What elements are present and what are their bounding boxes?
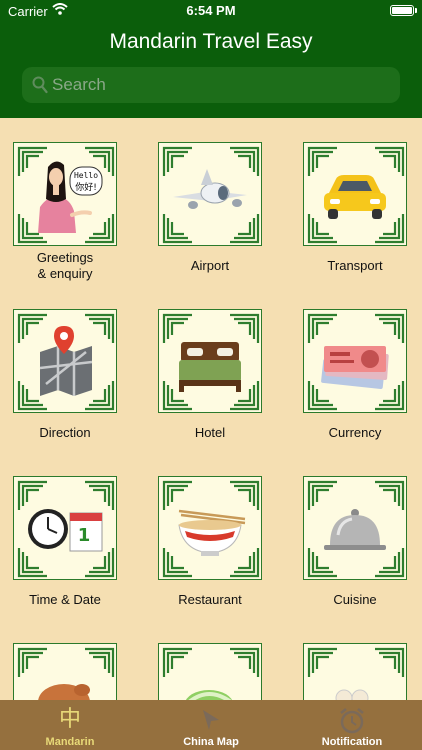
tab-label: Mandarin (45, 736, 95, 748)
taxi-icon (324, 175, 386, 219)
app-title: Mandarin Travel Easy (109, 30, 313, 53)
category-label: Airport (190, 258, 230, 273)
category-chicken[interactable] (13, 643, 117, 700)
category-label: Greetings & enquiry (36, 250, 94, 281)
alarm-clock-icon (340, 708, 364, 734)
category-label: Transport (327, 258, 383, 273)
search-icon (32, 76, 48, 94)
search-bar[interactable] (22, 67, 400, 103)
category-hotel[interactable]: Hotel (158, 309, 262, 441)
tab-label: Notification (321, 736, 383, 748)
roast-chicken-icon (38, 684, 90, 700)
woman-hello-icon: Hello 你好! (38, 161, 103, 233)
category-tile[interactable] (158, 476, 262, 580)
category-greetings[interactable]: Hello 你好! Greetings & enquiry (13, 142, 117, 282)
category-tile[interactable]: Hello 你好! (13, 142, 117, 246)
category-airport[interactable]: Airport (158, 142, 262, 274)
banknotes-icon (321, 346, 389, 389)
dim-sum-icon (335, 689, 369, 700)
category-tile[interactable] (158, 309, 262, 413)
clock-calendar-icon: 1 (28, 509, 103, 552)
zhong-character-icon: 中 (58, 707, 81, 732)
airplane-icon (173, 169, 247, 209)
category-label: Time & Date (29, 592, 101, 607)
category-tile[interactable] (13, 643, 117, 700)
calendar-day: 1 (78, 525, 91, 546)
search-input[interactable] (52, 67, 392, 103)
category-tile[interactable] (303, 476, 407, 580)
cabbage-icon (186, 690, 232, 700)
status-time: 6:54 PM (186, 3, 236, 18)
noodle-bowl-icon (178, 509, 246, 556)
svg-text:Hello: Hello (74, 171, 98, 180)
category-label: Hotel (194, 425, 226, 440)
tab-mandarin[interactable]: 中 Mandarin (0, 700, 140, 750)
bed-icon (179, 342, 241, 392)
category-label: Currency (328, 425, 382, 440)
category-currency[interactable]: Currency (303, 309, 407, 441)
category-transport[interactable]: Transport (303, 142, 407, 274)
category-tile[interactable] (303, 309, 407, 413)
header-bar: Carrier 6:54 PM Mandarin Travel Easy (0, 0, 422, 118)
map-pin-icon (39, 326, 93, 396)
category-vegetable[interactable] (158, 643, 262, 700)
tab-notification[interactable]: Notification (282, 700, 422, 750)
category-dim-sum[interactable] (303, 643, 407, 700)
category-restaurant[interactable]: Restaurant (158, 476, 262, 608)
category-label: Direction (39, 425, 91, 440)
category-time-date[interactable]: 1 Time & Date (13, 476, 117, 608)
category-cuisine[interactable]: Cuisine (303, 476, 407, 608)
category-tile[interactable] (303, 643, 407, 700)
tab-label: China Map (183, 736, 239, 748)
svg-text:你好!: 你好! (75, 181, 97, 193)
category-tile[interactable]: 1 (13, 476, 117, 580)
category-grid: Hello 你好! Greetings & enquiry Airport Tr… (0, 118, 422, 700)
category-direction[interactable]: Direction (13, 309, 117, 441)
category-tile[interactable] (158, 142, 262, 246)
status-bar: Carrier 6:54 PM (0, 0, 422, 22)
tab-china-map[interactable]: China Map (141, 700, 281, 750)
category-tile[interactable] (13, 309, 117, 413)
category-label: Restaurant (178, 592, 242, 607)
cloche-icon (324, 509, 386, 550)
tab-bar: 中 Mandarin China Map Notification (0, 700, 422, 750)
category-tile[interactable] (158, 643, 262, 700)
battery-tip (415, 8, 417, 13)
location-arrow-icon (203, 710, 219, 730)
battery-icon (390, 5, 414, 16)
category-tile[interactable] (303, 142, 407, 246)
category-label: Cuisine (333, 592, 377, 607)
